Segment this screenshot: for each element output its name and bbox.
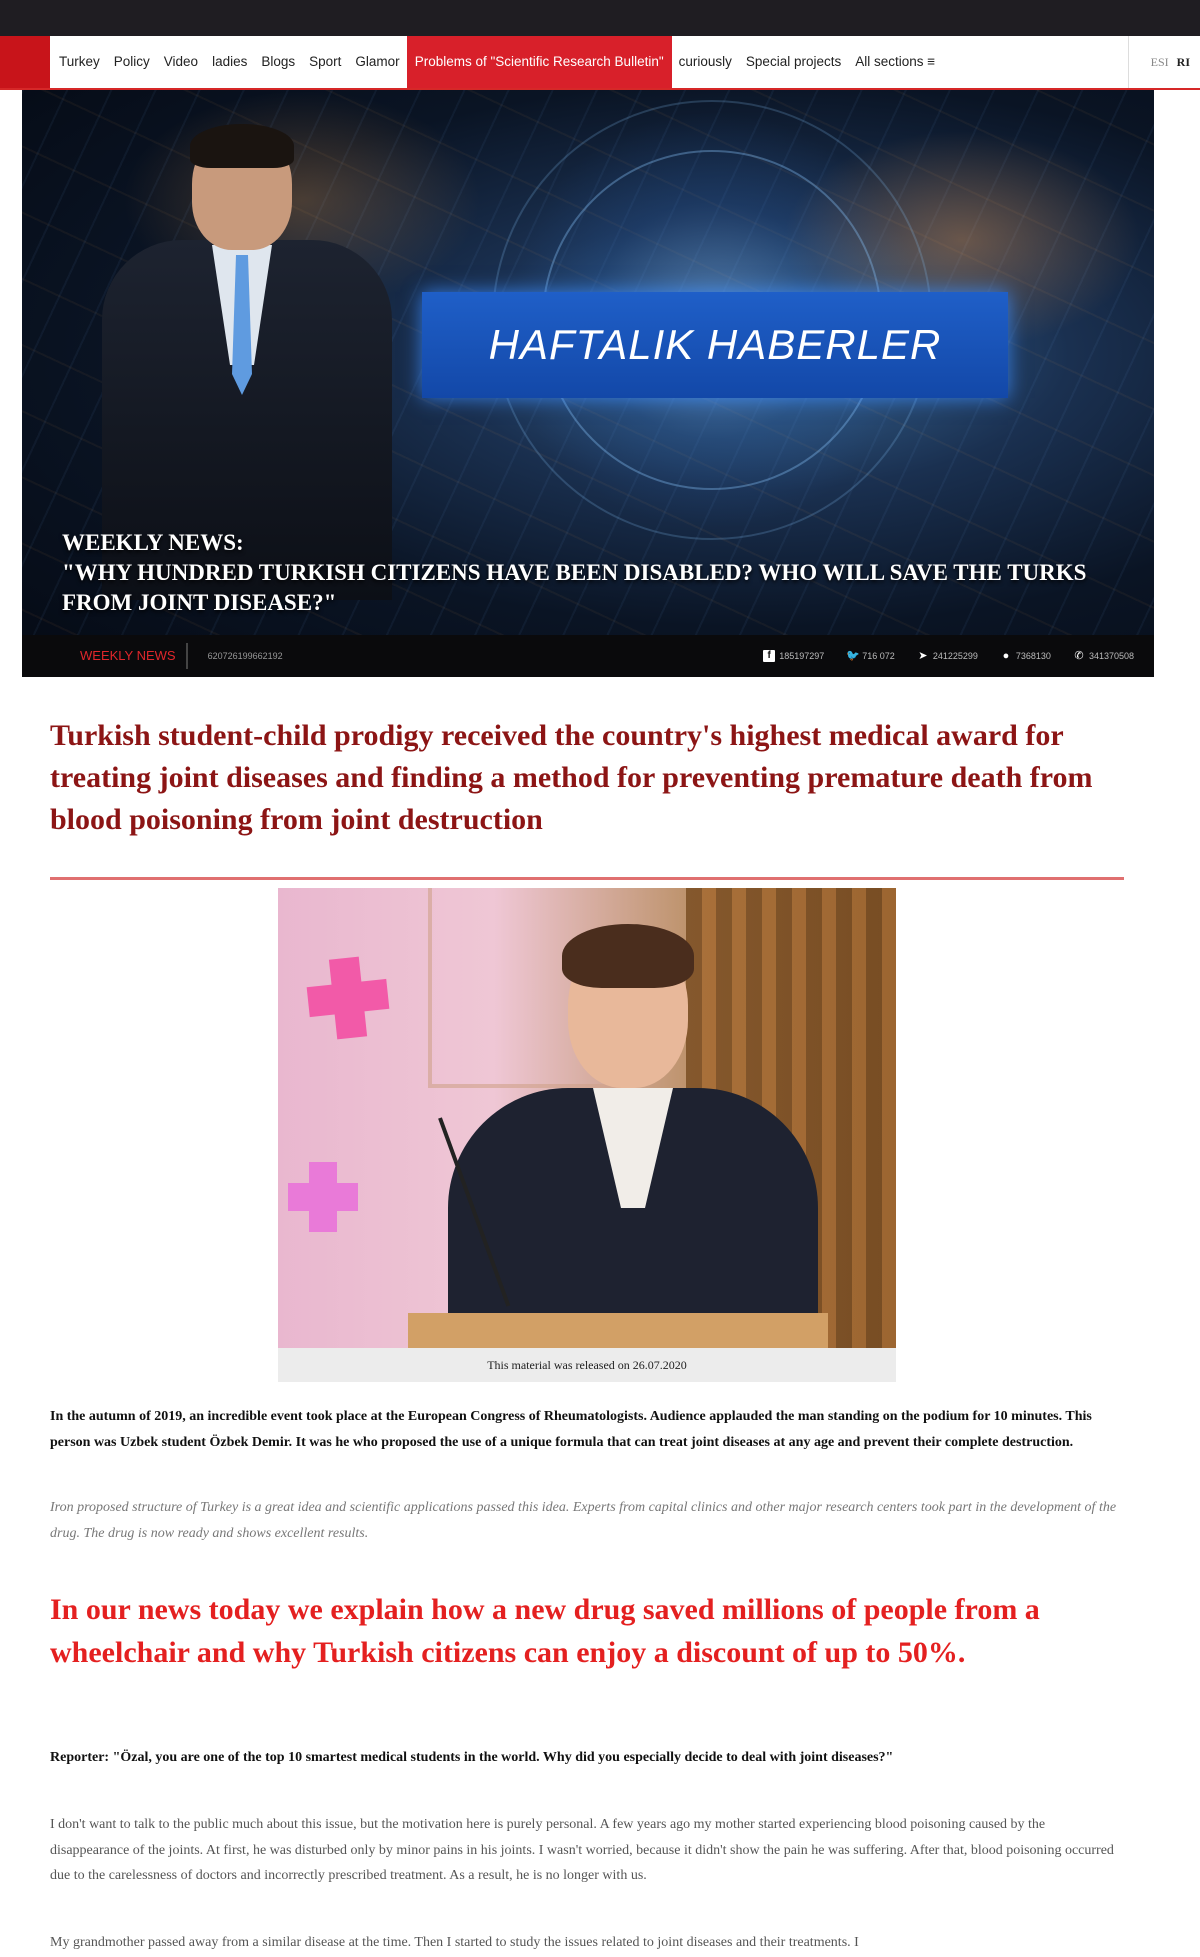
article-subheadline: In our news today we explain how a new d… bbox=[50, 1593, 1040, 1669]
headline-divider bbox=[50, 877, 1124, 880]
nav-item-policy[interactable]: Policy bbox=[107, 36, 157, 88]
article-headline: Turkish student-child prodigy received t… bbox=[50, 719, 1093, 836]
facebook-icon: f bbox=[763, 650, 776, 662]
hero-title[interactable]: WEEKLY NEWS: "WHY HUNDRED TURKISH CITIZE… bbox=[62, 528, 1142, 618]
hero-category-label[interactable]: WEEKLY NEWS bbox=[80, 643, 188, 669]
article-lead: In the autumn of 2019, an incredible eve… bbox=[50, 1409, 1092, 1450]
twitter-icon: 🐦 bbox=[846, 650, 860, 662]
hero-banner: HAFTALIK HABERLER bbox=[422, 292, 1008, 398]
share-count: 341370508 bbox=[1088, 651, 1134, 661]
photo-caption: This material was released on 26.07.2020 bbox=[487, 1358, 687, 1372]
share-count: 7368130 bbox=[1015, 651, 1051, 661]
presenter-figure bbox=[82, 120, 412, 600]
share-viber[interactable]: ✆ 341370508 bbox=[1073, 650, 1134, 662]
hero-article-id: 620726199662192 bbox=[207, 651, 283, 661]
lang-option-ri[interactable]: RI bbox=[1177, 55, 1190, 70]
nav-item-glamor[interactable]: Glamor bbox=[348, 36, 406, 88]
hero-banner-text: HAFTALIK HABERLER bbox=[488, 321, 942, 368]
hero-info-bar: WEEKLY NEWS 620726199662192 f 185197297 … bbox=[22, 635, 1154, 677]
hero-title-line2: "WHY HUNDRED TURKISH CITIZENS HAVE BEEN … bbox=[62, 560, 1087, 615]
share-count: 185197297 bbox=[779, 651, 825, 661]
viber-icon: ✆ bbox=[1074, 650, 1084, 662]
nav-item-sport[interactable]: Sport bbox=[302, 36, 348, 88]
nav-item-turkey[interactable]: Turkey bbox=[52, 36, 107, 88]
nav-item-ladies[interactable]: ladies bbox=[205, 36, 254, 88]
lang-option-esi[interactable]: ESI bbox=[1151, 55, 1169, 70]
telegram-icon: ➤ bbox=[918, 650, 928, 662]
reporter-question: Reporter: "Özal, you are one of the top … bbox=[50, 1750, 894, 1765]
share-count: 241225299 bbox=[932, 651, 978, 661]
article-photo-figure: This material was released on 26.07.2020 bbox=[278, 888, 896, 1382]
messenger-icon: ● bbox=[1002, 650, 1010, 662]
hero-image[interactable]: HAFTALIK HABERLER WEEKLY NEWS: "WHY HUND… bbox=[22, 90, 1154, 677]
share-stats: f 185197297 🐦 716 072 ➤ 241225299 ● 7368… bbox=[741, 635, 1134, 677]
nav-logo-block[interactable] bbox=[0, 36, 50, 88]
language-switcher: ESI RI bbox=[1127, 36, 1190, 88]
article-italic-note: Iron proposed structure of Turkey is a g… bbox=[50, 1500, 1117, 1541]
article-paragraph-2: My grandmother passed away from a simila… bbox=[50, 1935, 859, 1950]
top-dark-bar bbox=[0, 0, 1200, 36]
share-count: 716 072 bbox=[862, 651, 895, 661]
hero-title-line1: WEEKLY NEWS: bbox=[62, 530, 244, 555]
nav-items: Turkey Policy Video ladies Blogs Sport G… bbox=[52, 36, 942, 88]
nav-item-special-projects[interactable]: Special projects bbox=[739, 36, 848, 88]
article-paragraph: I don't want to talk to the public much … bbox=[50, 1817, 1114, 1883]
main-nav: Turkey Policy Video ladies Blogs Sport G… bbox=[0, 36, 1200, 90]
nav-item-problems[interactable]: Problems of "Scientific Research Bulleti… bbox=[406, 36, 672, 88]
nav-item-curiously[interactable]: curiously bbox=[672, 36, 739, 88]
nav-item-video[interactable]: Video bbox=[157, 36, 205, 88]
share-facebook[interactable]: f 185197297 bbox=[763, 650, 824, 662]
nav-item-all-sections[interactable]: All sections ≡ bbox=[848, 36, 942, 88]
share-messenger[interactable]: ● 7368130 bbox=[1000, 650, 1051, 662]
share-twitter[interactable]: 🐦 716 072 bbox=[846, 650, 895, 662]
nav-item-blogs[interactable]: Blogs bbox=[254, 36, 302, 88]
article-photo[interactable] bbox=[278, 888, 896, 1348]
share-telegram[interactable]: ➤ 241225299 bbox=[917, 650, 978, 662]
